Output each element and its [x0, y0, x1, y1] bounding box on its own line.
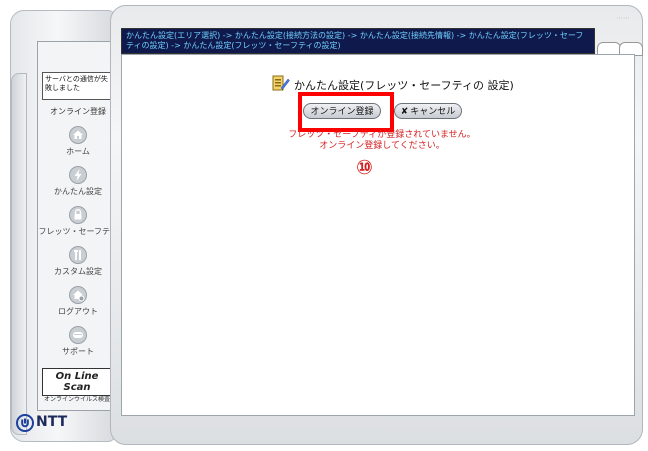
sidebar-item-label: かんたん設定 [54, 187, 102, 196]
ntt-logo-icon [16, 414, 34, 432]
app-frame: サーバとの通信が失敗しました オンライン登録 ホーム かんたん設定 フレッツ・セ… [0, 0, 648, 451]
ntt-logo-text: NTT [36, 414, 68, 430]
sidebar-item-easy-setup[interactable]: かんたん設定 [38, 166, 118, 197]
message-line-2: オンライン登録してください。 [319, 141, 445, 151]
cancel-button[interactable]: ✘ キャンセル [394, 103, 462, 119]
connection-error-notice: サーバとの通信が失敗しました [42, 72, 112, 100]
cancel-button-label: キャンセル [410, 107, 456, 117]
online-scan-subtitle: オンラインウイルス検査 [43, 396, 110, 403]
custom-tools-icon [69, 246, 87, 264]
sidebar-tab [11, 73, 27, 435]
lightning-icon [69, 166, 87, 184]
sidebar-item-logout[interactable]: ログアウト [38, 286, 118, 317]
online-scan-button[interactable]: On Line Scan オンラインウイルス検査 [42, 368, 112, 403]
step-number-marker: ⑩ [356, 155, 373, 179]
sidebar-item-label: ホーム [66, 147, 90, 156]
sidebar-frame: サーバとの通信が失敗しました オンライン登録 ホーム かんたん設定 フレッツ・セ… [10, 10, 118, 442]
sidebar-item-custom-setup[interactable]: カスタム設定 [38, 246, 118, 277]
online-scan-title: On Line Scan [55, 371, 99, 393]
sidebar-item-flets-safety[interactable]: フレッツ・セーフティ [38, 206, 118, 237]
sidebar-item-label: ログアウト [58, 307, 98, 316]
page-title: かんたん設定(フレッツ・セーフティの 設定) [294, 79, 514, 92]
settings-document-icon [272, 75, 290, 91]
content-area: かんたん設定(フレッツ・セーフティの 設定) オンライン登録 ✘ キャンセル フレ… [121, 54, 635, 416]
sidebar-item-label: サポート [62, 347, 94, 356]
online-registration-label: オンライン登録 [50, 107, 106, 116]
registration-message: フレッツ・セーフティが登録されていません。 オンライン登録してください。 [272, 130, 492, 152]
highlight-annotation [298, 92, 394, 132]
sidebar-item-label: フレッツ・セーフティ [38, 227, 118, 236]
lock-icon [69, 206, 87, 224]
breadcrumb: かんたん設定(エリア選択) -> かんたん設定(接続方法の設定) -> かんたん… [126, 31, 584, 50]
support-icon [69, 326, 87, 344]
sidebar-item-home[interactable]: ホーム [38, 126, 118, 157]
logout-icon [69, 286, 87, 304]
breadcrumb-bar: かんたん設定(エリア選択) -> かんたん設定(接続方法の設定) -> かんたん… [121, 28, 595, 54]
ntt-logo: NTT [12, 406, 112, 446]
sidebar-item-label: カスタム設定 [54, 267, 102, 276]
message-line-1: フレッツ・セーフティが登録されていません。 [288, 130, 476, 140]
cancel-x-icon: ✘ [400, 107, 409, 117]
home-icon [69, 126, 87, 144]
main-window: ⋯⋯ かんたん設定(エリア選択) -> かんたん設定(接続方法の設定) -> か… [110, 5, 643, 445]
sidebar-item-support[interactable]: サポート [38, 326, 118, 357]
corner-decoration: ⋯⋯ [616, 14, 630, 22]
sidebar: サーバとの通信が失敗しました オンライン登録 ホーム かんたん設定 フレッツ・セ… [37, 41, 118, 411]
